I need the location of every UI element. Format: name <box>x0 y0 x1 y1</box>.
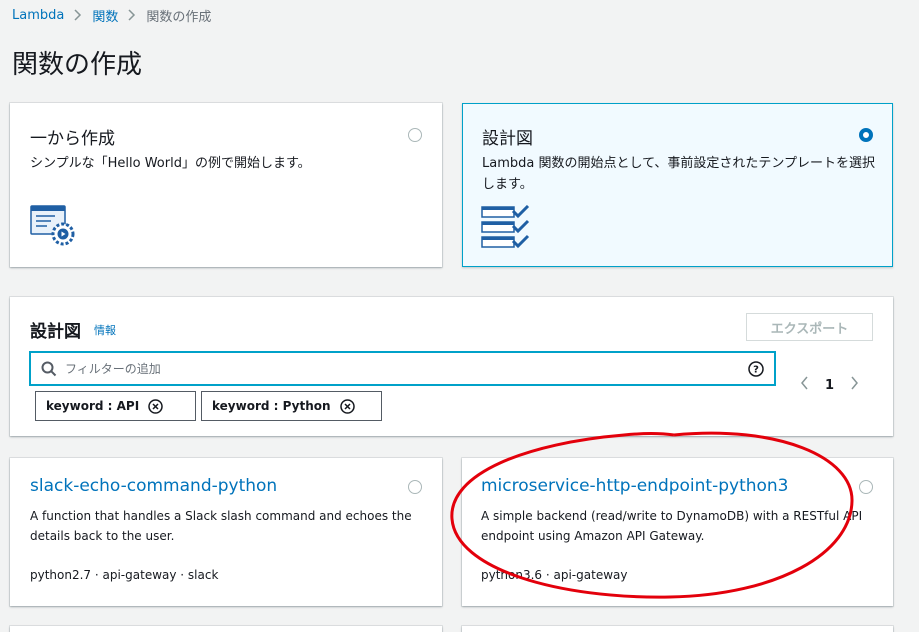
chevron-right-icon[interactable] <box>850 376 859 394</box>
blueprints-panel-title: 設計図 <box>30 322 81 342</box>
search-placeholder: フィルターの追加 <box>65 362 161 376</box>
radio-button[interactable] <box>408 480 422 494</box>
search-icon <box>41 361 57 377</box>
blueprint-checklist-icon <box>481 204 531 255</box>
blueprint-card-next[interactable] <box>10 626 442 632</box>
code-gear-icon <box>29 202 79 254</box>
chevron-right-icon <box>74 9 82 21</box>
blueprint-tags: python3.6 · api-gateway <box>481 568 628 582</box>
option-author-from-scratch[interactable]: 一から作成 シンプルな「Hello World」の例で開始します。 <box>10 103 442 267</box>
filter-search-input[interactable]: フィルターの追加 ? <box>29 351 776 386</box>
filter-token: keyword : Python <box>201 391 382 421</box>
blueprint-description: A simple backend (read/write to DynamoDB… <box>481 509 863 543</box>
info-link[interactable]: 情報 <box>94 322 116 338</box>
blueprint-card-slack-echo[interactable]: slack-echo-command-python A function tha… <box>10 458 442 606</box>
option-blueprints[interactable]: 設計図 Lambda 関数の開始点として、事前設定されたテンプレートを選択します… <box>462 103 893 267</box>
filter-token-label: keyword : Python <box>212 399 331 413</box>
option-description: Lambda 関数の開始点として、事前設定されたテンプレートを選択します。 <box>482 156 876 192</box>
breadcrumb: Lambda 関数 関数の作成 <box>12 5 211 25</box>
export-button[interactable]: エクスポート <box>746 313 873 341</box>
radio-button[interactable] <box>408 128 422 142</box>
close-icon[interactable] <box>339 398 355 414</box>
blueprint-card-microservice[interactable]: microservice-http-endpoint-python3 A sim… <box>462 458 893 606</box>
chevron-right-icon <box>128 9 136 21</box>
close-icon[interactable] <box>148 398 163 414</box>
breadcrumb-current: 関数の作成 <box>146 9 212 25</box>
filter-token: keyword : API <box>35 391 196 421</box>
option-title: 一から作成 <box>30 129 115 149</box>
radio-button[interactable] <box>859 480 873 494</box>
help-icon[interactable]: ? <box>748 361 764 381</box>
pagination: 1 <box>800 376 859 394</box>
blueprint-card-next[interactable] <box>462 626 893 632</box>
option-title: 設計図 <box>482 129 533 149</box>
svg-text:?: ? <box>753 365 759 376</box>
breadcrumb-functions[interactable]: 関数 <box>92 6 118 25</box>
blueprint-name-link[interactable]: microservice-http-endpoint-python3 <box>481 476 789 496</box>
filter-token-label: keyword : API <box>46 399 140 413</box>
blueprint-name-link[interactable]: slack-echo-command-python <box>30 476 277 496</box>
page-title: 関数の作成 <box>12 50 143 80</box>
radio-button-selected[interactable] <box>859 128 873 142</box>
blueprint-description: A function that handles a Slack slash co… <box>30 509 412 543</box>
option-description: シンプルな「Hello World」の例で開始します。 <box>30 156 311 171</box>
breadcrumb-lambda[interactable]: Lambda <box>12 8 64 23</box>
chevron-left-icon[interactable] <box>800 376 809 394</box>
page-number[interactable]: 1 <box>825 378 834 393</box>
blueprint-tags: python2.7 · api-gateway · slack <box>30 568 219 582</box>
